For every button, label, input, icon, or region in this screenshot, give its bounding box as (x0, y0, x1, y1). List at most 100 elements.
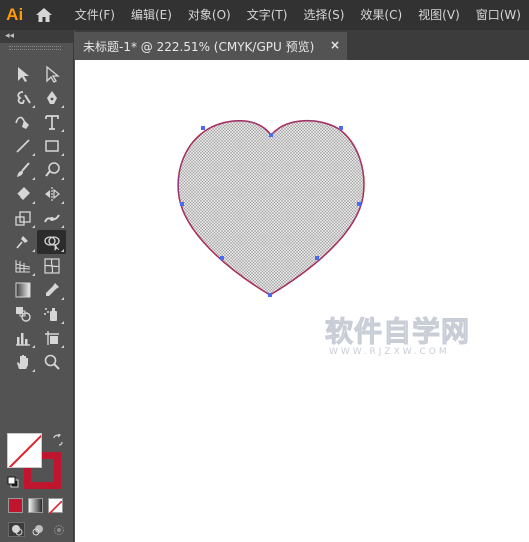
tool-group-indicator (61, 105, 64, 108)
draw-inside-icon (53, 524, 64, 535)
tool-group-indicator (61, 177, 64, 180)
symbol-sprayer-icon (43, 308, 57, 321)
tool-group-indicator (32, 225, 35, 228)
tool-group-indicator (32, 153, 35, 156)
document-tab[interactable]: 未标题-1* @ 222.51% (CMYK/GPU 预览) × (75, 32, 347, 60)
scale-icon (14, 211, 31, 226)
blend-tool[interactable] (8, 302, 37, 326)
home-button[interactable] (29, 0, 58, 30)
zoom-tool[interactable] (37, 350, 66, 374)
draw-inside-button[interactable] (50, 522, 67, 537)
menu-type[interactable]: 文字(T) (239, 0, 296, 30)
anchor-point[interactable] (357, 202, 361, 206)
eraser-icon (16, 187, 30, 200)
hand-tool[interactable] (8, 350, 37, 374)
tool-group-indicator (61, 345, 64, 348)
color-mode-button[interactable] (8, 498, 23, 513)
anchor-point[interactable] (180, 202, 184, 206)
column-graph-tool[interactable] (8, 326, 37, 350)
heart-artwork[interactable] (75, 60, 529, 542)
direct-selection-tool[interactable] (37, 62, 66, 86)
draw-behind-button[interactable] (29, 522, 46, 537)
magic-wand-icon (16, 91, 31, 105)
panel-grip[interactable] (9, 46, 61, 50)
fill-swatch[interactable] (7, 433, 42, 468)
artboard-canvas[interactable]: 软件自学网 WWW.RJZXW.COM (75, 60, 529, 542)
anchor-point[interactable] (268, 293, 272, 297)
anchor-point[interactable] (201, 126, 205, 130)
anchor-point[interactable] (339, 126, 343, 130)
document-tab-bar: 未标题-1* @ 222.51% (CMYK/GPU 预览) × (75, 30, 529, 60)
anchor-point[interactable] (315, 256, 319, 260)
tool-group-indicator (32, 201, 35, 204)
menu-effect[interactable]: 效果(C) (352, 0, 410, 30)
draw-behind-icon (32, 524, 43, 535)
menu-object[interactable]: 对象(O) (180, 0, 239, 30)
none-slash-icon (48, 500, 63, 515)
scale-tool[interactable] (8, 206, 37, 230)
perspective-grid-tool[interactable] (8, 254, 37, 278)
draw-normal-icon (11, 524, 22, 535)
reflect-tool[interactable] (37, 182, 66, 206)
collapse-panel-button[interactable]: ◂◂ (5, 30, 14, 43)
app-logo: Ai (6, 5, 24, 24)
type-icon (44, 115, 59, 130)
anchor-point[interactable] (269, 133, 273, 137)
tool-group-indicator (61, 225, 64, 228)
shape-builder-tool[interactable] (37, 230, 66, 254)
tool-group-indicator (61, 249, 64, 252)
menu-view[interactable]: 视图(V) (410, 0, 468, 30)
fill-stroke-controls (6, 432, 68, 490)
menu-select[interactable]: 选择(S) (295, 0, 352, 30)
default-colors-icon[interactable] (7, 476, 19, 488)
tool-grid (8, 62, 66, 374)
selection-arrow-icon (17, 67, 29, 82)
puppet-warp-tool[interactable] (8, 230, 37, 254)
selection-tool[interactable] (8, 62, 37, 86)
mesh-icon (43, 258, 60, 274)
paintbrush-tool[interactable] (8, 158, 37, 182)
anchor-point[interactable] (220, 256, 224, 260)
tool-group-indicator (61, 321, 64, 324)
drawing-mode-row (8, 522, 67, 537)
color-mode-row (8, 498, 63, 515)
tool-group-indicator (61, 153, 64, 156)
rectangle-tool[interactable] (37, 134, 66, 158)
symbol-sprayer-tool[interactable] (37, 302, 66, 326)
heart-shape[interactable] (177, 119, 365, 296)
artboard-tool[interactable] (37, 326, 66, 350)
width-tool[interactable] (37, 206, 66, 230)
mesh-tool[interactable] (37, 254, 66, 278)
perspective-grid-icon (14, 260, 30, 273)
none-mode-button[interactable] (48, 498, 63, 515)
tool-group-indicator (32, 105, 35, 108)
gradient-icon (15, 282, 30, 298)
width-icon (43, 214, 60, 223)
shaper-tool[interactable] (37, 158, 66, 182)
pen-tool[interactable] (37, 86, 66, 110)
tool-group-indicator (32, 177, 35, 180)
eyedropper-tool[interactable] (37, 278, 66, 302)
gradient-mode-button[interactable] (28, 498, 43, 513)
none-slash-icon (8, 434, 41, 467)
zoom-icon (44, 354, 60, 370)
menu-file[interactable]: 文件(F) (67, 0, 123, 30)
tool-group-indicator (32, 273, 35, 276)
tools-panel-header: ◂◂ (0, 30, 73, 43)
menu-window[interactable]: 窗口(W) (468, 0, 529, 30)
menu-edit[interactable]: 编辑(E) (123, 0, 180, 30)
watermark-url: WWW.RJZXW.COM (329, 347, 450, 357)
swap-fill-stroke-icon[interactable] (52, 434, 64, 446)
shaper-icon (44, 162, 60, 177)
tool-group-indicator (61, 297, 64, 300)
eraser-tool[interactable] (8, 182, 37, 206)
close-tab-button[interactable]: × (330, 38, 340, 52)
magic-wand-tool[interactable] (8, 86, 37, 110)
draw-normal-button[interactable] (8, 522, 25, 537)
gradient-tool[interactable] (8, 278, 37, 302)
watermark-title: 软件自学网 (325, 315, 471, 348)
line-segment-tool[interactable] (8, 134, 37, 158)
type-tool[interactable] (37, 110, 66, 134)
document-tab-title: 未标题-1* @ 222.51% (CMYK/GPU 预览) (83, 39, 315, 54)
curvature-tool[interactable] (8, 110, 37, 134)
